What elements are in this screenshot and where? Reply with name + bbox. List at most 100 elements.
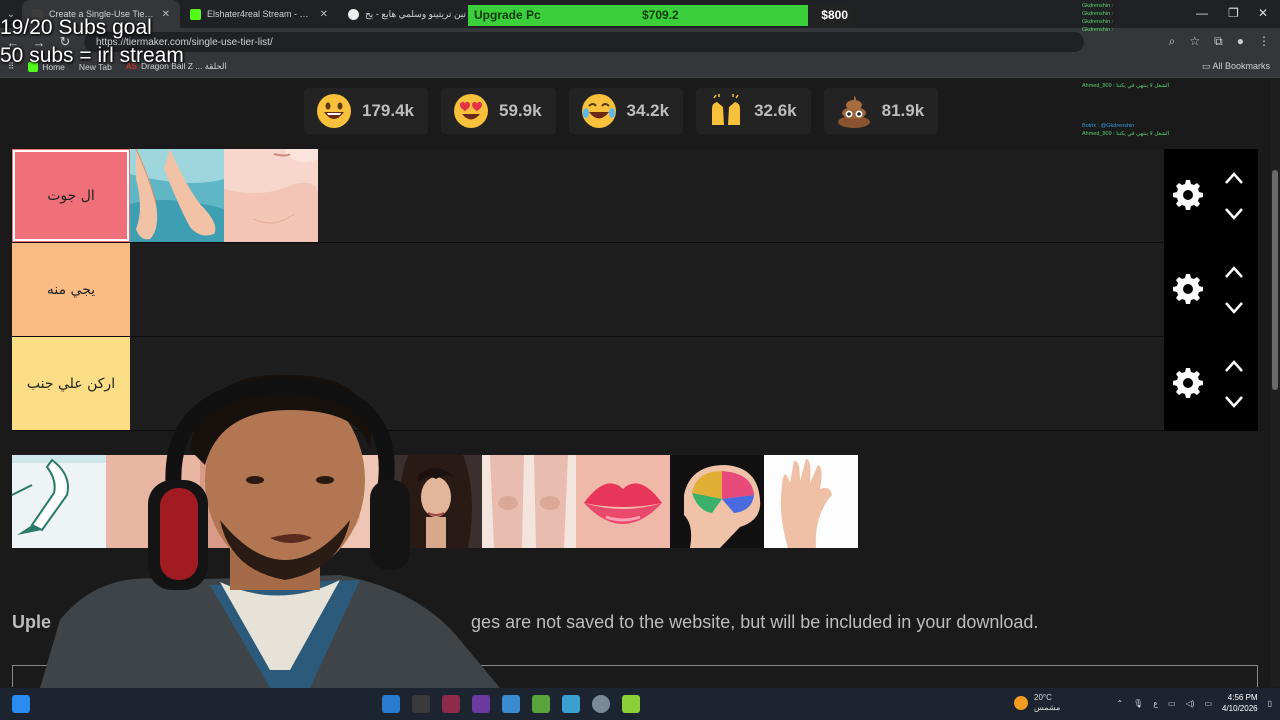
- reaction-smile[interactable]: 179.4k: [304, 88, 428, 134]
- language-indicator[interactable]: ع: [1153, 699, 1158, 708]
- scroll-thumb[interactable]: [1272, 170, 1278, 390]
- armpit-image[interactable]: [224, 149, 318, 242]
- reaction-count: 34.2k: [626, 101, 670, 120]
- feet-image[interactable]: [130, 149, 224, 242]
- tier-items: [130, 149, 1258, 242]
- restore-icon[interactable]: ❐: [1228, 6, 1239, 20]
- chevron-down-icon[interactable]: [1224, 301, 1244, 315]
- all-bookmarks-label: All Bookmarks: [1212, 61, 1270, 71]
- reaction-poop[interactable]: 81.9k: [823, 88, 939, 134]
- volume-icon[interactable]: ◁): [1186, 699, 1195, 708]
- google-favicon-icon: [348, 8, 359, 20]
- app-icon[interactable]: [562, 695, 580, 713]
- tier-controls: [1164, 149, 1258, 243]
- app-icon[interactable]: [502, 695, 520, 713]
- chat-message: [1082, 98, 1212, 106]
- reaction-heart-eyes[interactable]: 59.9k: [441, 88, 556, 134]
- chat-message: Gkdrenshin :: [1082, 27, 1114, 33]
- chat-message: [1082, 42, 1212, 50]
- windows-start-icon[interactable]: [12, 695, 30, 713]
- brain-image[interactable]: [670, 455, 764, 548]
- tier-label-text: ال جوت: [47, 187, 95, 204]
- app-icon[interactable]: [442, 695, 460, 713]
- upload-description: ges are not saved to the website, but wi…: [471, 612, 1039, 632]
- battery-icon[interactable]: ▭: [1204, 699, 1212, 708]
- profile-avatar-icon[interactable]: ●: [1237, 34, 1244, 49]
- poop-emoji-icon: [837, 96, 870, 128]
- chat-message: Ahmed_809 : الشغل لا ينتهي في يكتنا: [1082, 131, 1170, 137]
- reaction-laughing[interactable]: 34.2k: [568, 88, 684, 134]
- chat-message: Botrix : @Gkdrenshin: [1082, 123, 1135, 129]
- upgrade-pc-goal-bar: Upgrade Pc $709.2 $800: [468, 5, 852, 26]
- reaction-count: 179.4k: [362, 101, 414, 120]
- gear-icon[interactable]: [1172, 367, 1204, 399]
- tier-label[interactable]: يجي منه: [12, 243, 130, 336]
- chat-message: [1082, 34, 1212, 42]
- chat-message: Ahmed_809 : الشغل لا ينتهي في يكتنا: [1082, 83, 1170, 89]
- clock[interactable]: 4:56 PM 4/10/2026: [1222, 692, 1258, 714]
- tab-kick-stream[interactable]: Elshater4real Stream - Watch Li ✕: [180, 0, 338, 28]
- notepad-icon[interactable]: [622, 695, 640, 713]
- menu-icon[interactable]: ⋮: [1258, 34, 1270, 49]
- reaction-raised-hands[interactable]: 32.6k: [696, 88, 811, 134]
- kick-favicon-icon: [190, 8, 201, 20]
- heart-eyes-emoji-icon: [454, 94, 488, 128]
- goal-current-amount: $709.2: [642, 8, 679, 22]
- extensions-icon[interactable]: ⧉: [1214, 34, 1223, 49]
- minecraft-icon[interactable]: [532, 695, 550, 713]
- chevron-up-icon[interactable]: ⌃: [1116, 699, 1123, 708]
- chevron-down-icon[interactable]: [1224, 207, 1244, 221]
- tier-row: يجي منه: [12, 243, 1258, 337]
- chat-message: Gkdrenshin :: [1082, 11, 1114, 17]
- page-scrollbar[interactable]: [1270, 80, 1280, 687]
- raised-hands-emoji-icon: [712, 94, 741, 125]
- gear-icon[interactable]: [1172, 273, 1204, 305]
- tier-row: ال جوت: [12, 149, 1258, 243]
- tier-label[interactable]: ال جوت: [12, 149, 130, 242]
- notifications-icon[interactable]: ▯: [1268, 699, 1272, 708]
- lips-image[interactable]: [576, 455, 670, 548]
- all-bookmarks-button[interactable]: ▭ All Bookmarks: [1202, 61, 1270, 72]
- weather-desc: مشمس: [1034, 703, 1061, 712]
- app-icon[interactable]: [382, 695, 400, 713]
- chat-message: [1082, 106, 1212, 114]
- laughing-emoji-icon: [581, 94, 616, 128]
- reaction-count: 81.9k: [881, 101, 925, 120]
- clock-time: 4:56 PM: [1227, 693, 1258, 702]
- settings-icon[interactable]: [592, 695, 610, 713]
- app-icon[interactable]: [412, 695, 430, 713]
- subs-goal-text: 19/20 Subs goal: [0, 16, 152, 39]
- goal-label: Upgrade Pc: [474, 8, 541, 22]
- chevron-up-icon[interactable]: [1224, 265, 1244, 279]
- chevron-down-icon[interactable]: [1224, 395, 1244, 409]
- reactions-bar: 179.4k 59.9k 34.2k 32.6k 81.9k: [304, 88, 939, 134]
- smile-emoji-icon: [317, 94, 351, 128]
- clock-date: 4/10/2026: [1222, 704, 1258, 713]
- weather-widget[interactable]: 20°C مشمس: [1014, 693, 1060, 713]
- sun-icon: [1014, 696, 1028, 710]
- gear-icon[interactable]: [1172, 179, 1204, 211]
- tier-controls: [1164, 243, 1258, 337]
- url-input[interactable]: https://tiermaker.com/single-use-tier-li…: [84, 32, 1084, 52]
- windows-taskbar: 20°C مشمس ⌃ 🎙 ع ▭ ◁) ▭ 4:56 PM 4/10/2026…: [0, 688, 1280, 720]
- app-icon[interactable]: [472, 695, 490, 713]
- reaction-count: 59.9k: [499, 101, 542, 120]
- close-icon[interactable]: ✕: [162, 9, 170, 20]
- chevron-up-icon[interactable]: [1224, 171, 1244, 185]
- chat-message: [1082, 50, 1212, 58]
- system-tray: ⌃ 🎙 ع ▭ ◁) ▭ 4:56 PM 4/10/2026 ▯: [1116, 692, 1272, 714]
- tab-title: Elshater4real Stream - Watch Li: [207, 9, 314, 19]
- network-icon[interactable]: ▭: [1168, 699, 1176, 708]
- close-icon[interactable]: ✕: [320, 9, 328, 20]
- tier-label-text: يجي منه: [46, 281, 96, 298]
- chat-message: [1082, 90, 1212, 98]
- chevron-up-icon[interactable]: [1224, 359, 1244, 373]
- reaction-count: 32.6k: [754, 101, 797, 120]
- tier-items: [130, 243, 1258, 336]
- stream-chat-overlay: Gkdrenshin : Gkdrenshin : Gkdrenshin : Gkdr…: [1082, 2, 1212, 138]
- hand-image[interactable]: [764, 455, 858, 548]
- close-window-icon[interactable]: ✕: [1258, 6, 1268, 20]
- microphone-icon[interactable]: 🎙: [1133, 699, 1143, 708]
- streamer-webcam: [40, 374, 500, 688]
- chat-message: [1082, 74, 1212, 82]
